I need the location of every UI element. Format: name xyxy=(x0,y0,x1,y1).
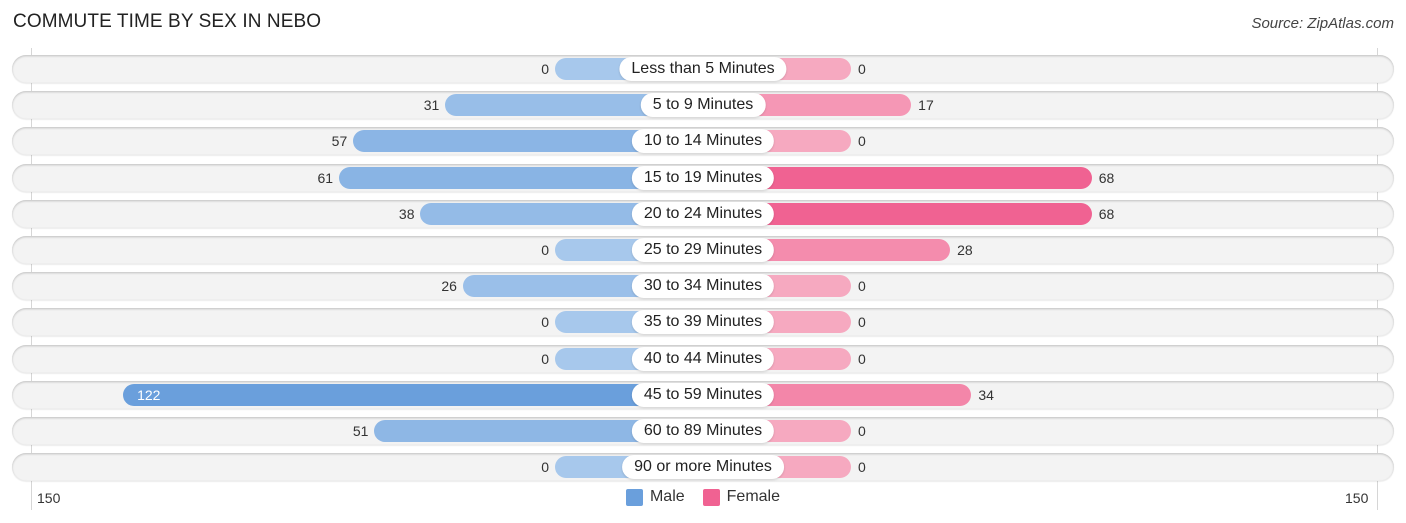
value-label-male: 0 xyxy=(541,242,549,258)
value-label-female: 0 xyxy=(858,278,866,294)
value-label-male: 122 xyxy=(137,387,161,403)
legend-item-female[interactable]: Female xyxy=(702,488,781,506)
value-label-male: 57 xyxy=(331,133,348,149)
source-label: Source: ZipAtlas.com xyxy=(1251,15,1394,32)
value-label-female: 0 xyxy=(858,314,866,330)
legend-swatch-male xyxy=(625,488,643,506)
value-label-female: 68 xyxy=(1098,206,1115,222)
value-label-male: 51 xyxy=(352,423,369,439)
category-label: 15 to 19 Minutes xyxy=(631,166,775,190)
chart-title: COMMUTE TIME BY SEX IN NEBO xyxy=(13,11,322,32)
legend: Male Female xyxy=(0,488,1406,506)
category-label: 35 to 39 Minutes xyxy=(631,310,775,334)
value-label-male: 0 xyxy=(541,459,549,475)
category-label: 60 to 89 Minutes xyxy=(631,419,775,443)
value-label-male: 26 xyxy=(441,278,457,294)
value-label-female: 0 xyxy=(858,459,866,475)
value-label-female: 0 xyxy=(858,351,866,367)
legend-swatch-female xyxy=(702,488,720,506)
value-label-female: 0 xyxy=(858,423,866,439)
category-label: 30 to 34 Minutes xyxy=(631,274,775,298)
category-label: Less than 5 Minutes xyxy=(619,57,787,81)
value-label-male: 61 xyxy=(317,170,334,186)
value-label-female: 0 xyxy=(858,133,866,149)
legend-item-male[interactable]: Male xyxy=(625,488,685,506)
category-label: 20 to 24 Minutes xyxy=(631,202,775,226)
value-label-female: 34 xyxy=(978,387,994,403)
value-label-male: 38 xyxy=(398,206,415,222)
legend-label-female: Female xyxy=(726,488,781,505)
category-label: 10 to 14 Minutes xyxy=(631,129,775,153)
value-label-female: 28 xyxy=(957,242,973,258)
legend-label-male: Male xyxy=(649,488,685,505)
value-label-female: 68 xyxy=(1098,170,1115,186)
value-label-female: 0 xyxy=(858,61,866,77)
value-label-male: 0 xyxy=(541,61,549,77)
value-label-male: 0 xyxy=(541,314,549,330)
category-label: 40 to 44 Minutes xyxy=(631,347,775,371)
bar-male[interactable] xyxy=(123,384,703,406)
value-label-female: 17 xyxy=(918,97,934,113)
category-label: 45 to 59 Minutes xyxy=(631,383,775,407)
value-label-male: 0 xyxy=(541,351,549,367)
category-label: 25 to 29 Minutes xyxy=(631,238,775,262)
category-label: 5 to 9 Minutes xyxy=(640,93,766,117)
value-label-male: 31 xyxy=(423,97,440,113)
category-label: 90 or more Minutes xyxy=(622,455,784,479)
